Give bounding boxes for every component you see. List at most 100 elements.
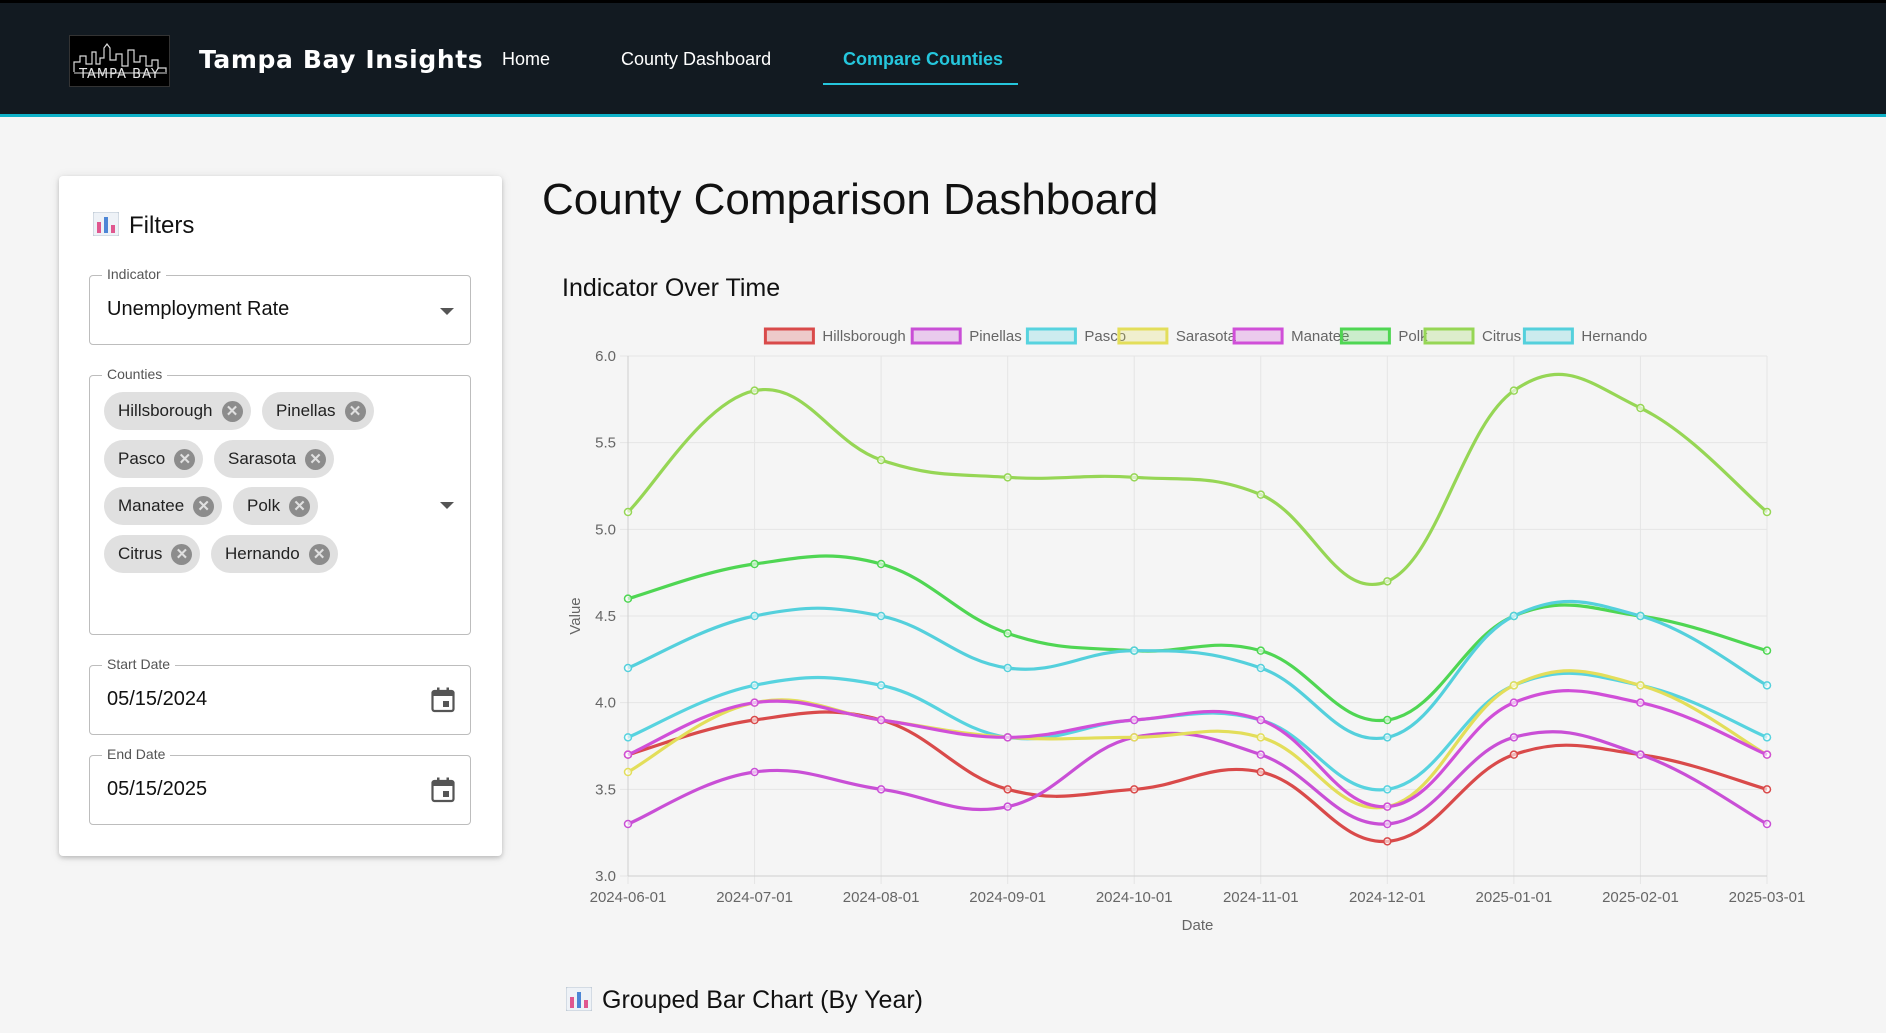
x-tick-label: 2025-01-01	[1476, 889, 1553, 906]
calendar-icon[interactable]	[431, 687, 455, 718]
chevron-down-icon[interactable]	[440, 308, 454, 315]
county-chip-pasco[interactable]: Pasco ✕	[104, 440, 204, 478]
legend-swatch-hernando	[1522, 327, 1574, 345]
data-point-manatee	[1636, 698, 1645, 707]
county-chip-hernando[interactable]: Hernando ✕	[211, 535, 338, 573]
x-axis-title: Date	[1182, 917, 1214, 934]
legend-label-hernando: Hernando	[1581, 328, 1647, 345]
data-point-manatee	[750, 698, 759, 707]
data-point-hernando	[1636, 611, 1645, 621]
series-line-citrus	[626, 372, 1769, 586]
chip-remove-icon[interactable]: ✕	[305, 449, 327, 470]
chip-remove-icon[interactable]: ✕	[344, 401, 366, 422]
data-point-polk	[1762, 646, 1772, 655]
y-axis-title: Value	[567, 597, 584, 634]
data-point-pinellas	[876, 785, 886, 794]
data-point-hernando	[1003, 663, 1012, 673]
county-chip-sarasota[interactable]: Sarasota ✕	[214, 440, 335, 478]
indicator-select[interactable]: Indicator Unemployment Rate	[89, 266, 471, 345]
x-tick-label: 2024-11-01	[1223, 889, 1299, 906]
data-point-sarasota	[1256, 733, 1266, 742]
filters-title-text: Filters	[129, 212, 195, 239]
county-chip-pinellas[interactable]: Pinellas ✕	[262, 392, 374, 430]
series-line-pinellas	[627, 730, 1768, 826]
data-point-citrus	[623, 507, 633, 517]
chip-label: Pinellas	[276, 401, 336, 420]
data-point-manatee	[876, 715, 886, 725]
x-tick-label: 2024-10-01	[1096, 889, 1173, 906]
county-chip-citrus[interactable]: Citrus ✕	[104, 535, 201, 573]
data-point-polk	[1256, 646, 1266, 655]
bar-chart-icon	[92, 211, 120, 243]
data-point-pasco	[876, 681, 886, 690]
data-point-citrus	[1762, 507, 1772, 517]
filters-title: Filters	[92, 211, 195, 243]
chip-remove-icon[interactable]: ✕	[221, 401, 243, 422]
chevron-down-icon[interactable]	[440, 502, 454, 509]
county-chip-manatee[interactable]: Manatee ✕	[104, 487, 223, 525]
end-date-value: 05/15/2025	[107, 778, 208, 800]
legend-swatch-citrus	[1423, 327, 1475, 345]
start-date-label: Start Date	[102, 656, 176, 672]
data-point-hillsborough	[1509, 750, 1519, 759]
data-point-citrus	[1383, 577, 1392, 586]
county-chip-polk[interactable]: Polk ✕	[233, 487, 319, 525]
data-point-manatee	[1762, 750, 1772, 759]
page-title: County Comparison Dashboard	[542, 175, 1159, 224]
brand-title[interactable]: Tampa Bay Insights	[199, 45, 483, 74]
indicator-value: Unemployment Rate	[107, 298, 290, 320]
calendar-icon[interactable]	[431, 777, 455, 808]
end-date-field[interactable]: End Date 05/15/2025	[89, 746, 471, 825]
data-point-citrus	[876, 455, 886, 465]
chip-remove-icon[interactable]: ✕	[171, 544, 193, 565]
data-point-citrus	[1509, 386, 1519, 395]
data-point-manatee	[1509, 698, 1519, 707]
tampa-bay-logo[interactable]: TAMPA BAY	[69, 35, 170, 87]
x-tick-label: 2024-08-01	[843, 889, 920, 906]
chip-remove-icon[interactable]: ✕	[193, 496, 215, 517]
bar-chart-icon	[565, 986, 593, 1018]
chip-remove-icon[interactable]: ✕	[174, 449, 196, 470]
data-point-pinellas	[1636, 750, 1645, 759]
legend-swatch-hillsborough	[763, 327, 815, 345]
legend-label-citrus: Citrus	[1482, 328, 1521, 345]
indicator-label: Indicator	[102, 266, 166, 282]
chip-remove-icon[interactable]: ✕	[289, 496, 311, 517]
data-point-pinellas	[623, 819, 633, 829]
nav-compare-counties[interactable]: Compare Counties	[843, 49, 1003, 70]
county-chip-hillsborough[interactable]: Hillsborough ✕	[104, 392, 251, 430]
data-point-pasco	[1383, 785, 1392, 794]
data-point-hillsborough	[750, 715, 759, 725]
data-point-pasco	[623, 733, 633, 742]
y-tick-label: 5.0	[595, 521, 616, 538]
data-point-sarasota	[623, 767, 633, 777]
nav-county-dashboard[interactable]: County Dashboard	[621, 49, 771, 70]
data-point-polk	[623, 594, 633, 603]
legend-swatch-manatee	[1232, 327, 1284, 345]
nav-home[interactable]: Home	[502, 49, 550, 70]
counties-label: Counties	[102, 366, 168, 382]
data-point-manatee	[1383, 802, 1392, 811]
legend-swatch-polk	[1339, 327, 1391, 345]
data-point-pinellas	[1003, 802, 1012, 811]
start-date-field[interactable]: Start Date 05/15/2024	[89, 656, 471, 735]
top-app-bar: TAMPA BAY Tampa Bay Insights Home County…	[0, 0, 1886, 117]
indicator-line-chart[interactable]: 3.0 3.5 4.0 4.5 5.0 5.5 6.0 2024-06-01 2024-07-0…	[550, 316, 1820, 946]
data-point-citrus	[1003, 473, 1012, 482]
chip-remove-icon[interactable]: ✕	[308, 544, 330, 565]
end-date-label: End Date	[102, 746, 171, 762]
chip-label: Hernando	[225, 544, 300, 563]
data-point-hernando	[1129, 646, 1139, 655]
data-point-citrus	[750, 386, 759, 395]
counties-select[interactable]: Counties Hillsborough ✕ Pinellas ✕ Pasco ✕ …	[89, 366, 471, 635]
data-point-pinellas	[750, 767, 759, 777]
data-point-hernando	[1256, 663, 1266, 673]
data-point-polk	[750, 559, 759, 569]
y-tick-label: 4.0	[595, 695, 616, 712]
x-tick-label: 2025-02-01	[1602, 889, 1679, 906]
y-tick-label: 4.5	[595, 608, 616, 625]
bar-chart-title-text: Grouped Bar Chart (By Year)	[602, 986, 923, 1014]
data-point-hernando	[1383, 733, 1392, 742]
x-tick-label: 2024-09-01	[969, 889, 1046, 906]
series-line-polk	[627, 554, 1768, 723]
